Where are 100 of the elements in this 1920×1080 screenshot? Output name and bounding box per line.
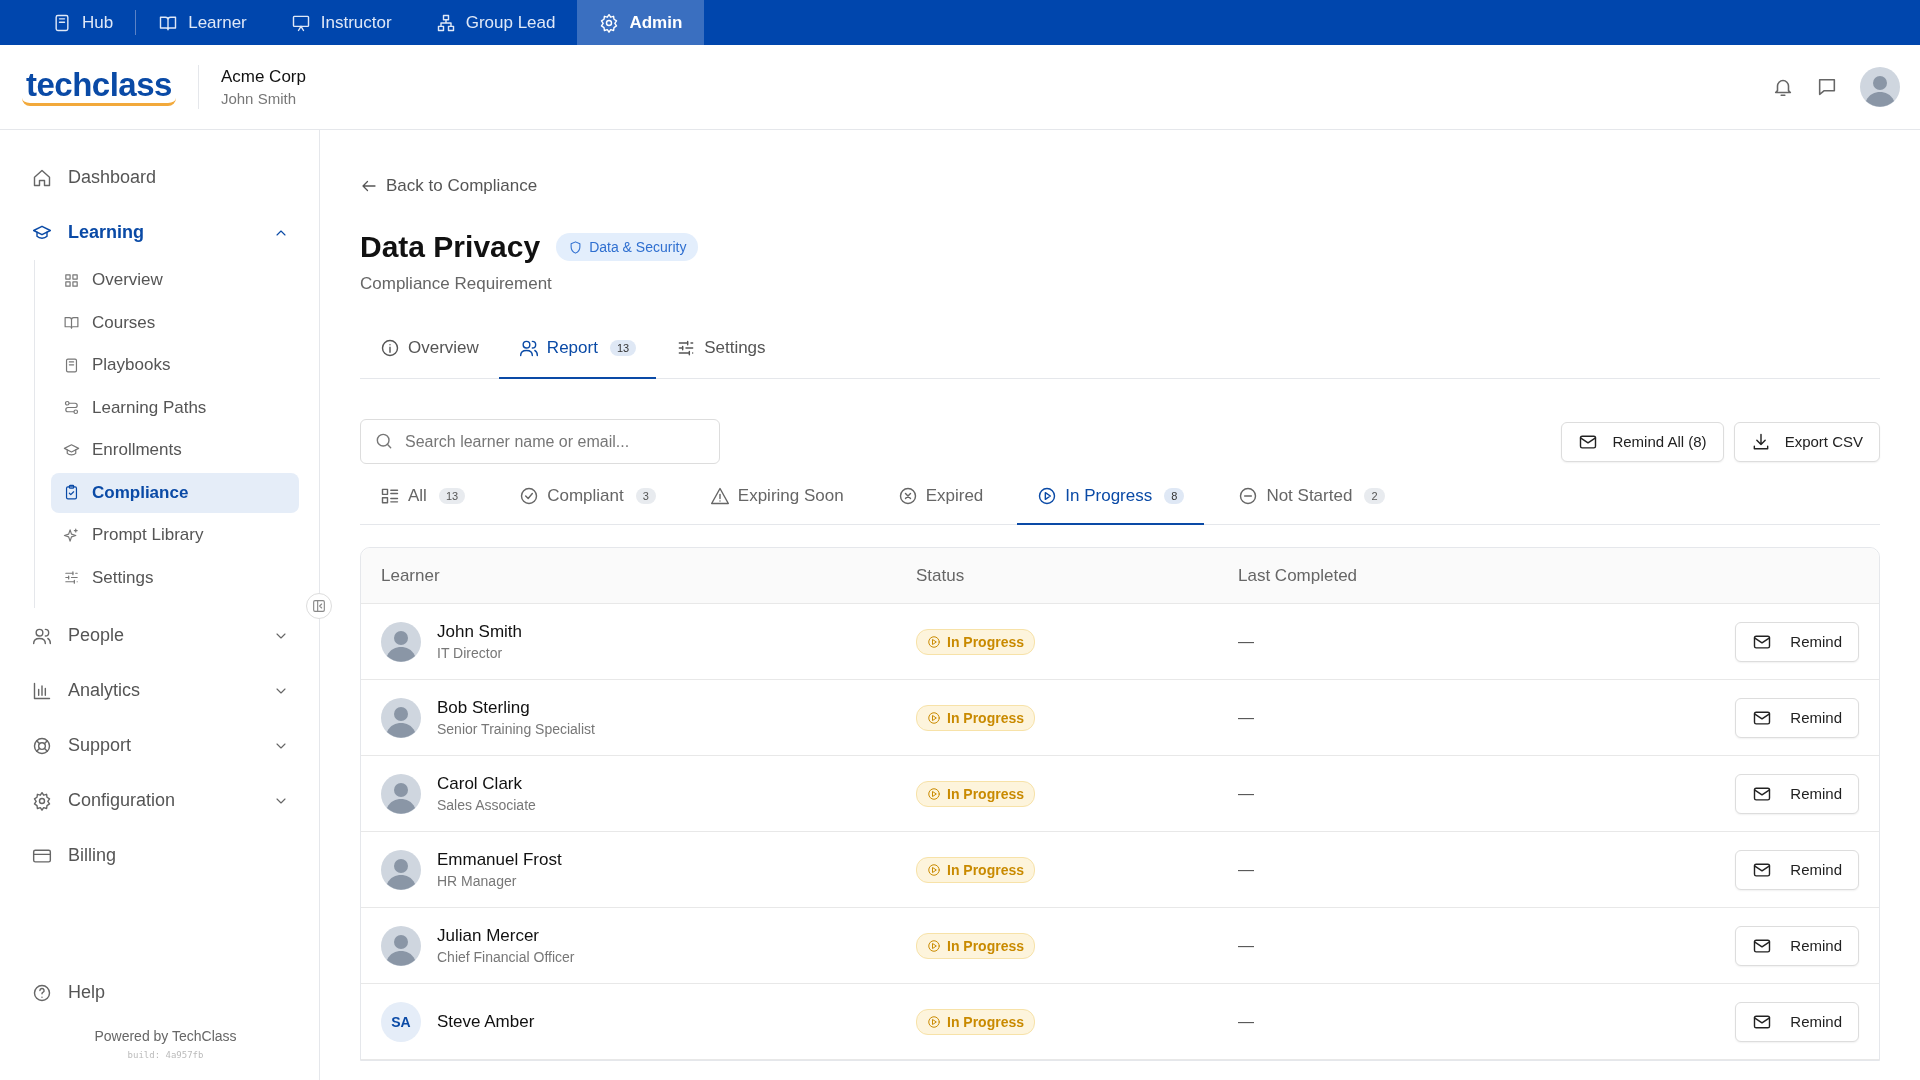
filter-tab[interactable]: Expired [877, 469, 1004, 525]
user-name: John Smith [220, 90, 297, 107]
sidebar-item[interactable]: Courses [51, 302, 299, 343]
sidebar-item[interactable]: Configuration [32, 773, 299, 828]
filter-tab[interactable]: Compliant 3 [499, 469, 676, 525]
list-icon [380, 486, 400, 506]
remind-button[interactable]: Remind [1735, 849, 1859, 890]
avatar-icon [381, 621, 421, 662]
remind-button[interactable]: Remind [1735, 773, 1859, 814]
sidebar-item[interactable]: Billing [32, 828, 299, 883]
logo: techclass [22, 68, 176, 106]
organization-name: Acme Corp [220, 67, 306, 87]
minus-circle-icon [1238, 486, 1259, 506]
filter-tab[interactable]: All 13 [360, 469, 486, 525]
status-badge: In Progress [916, 704, 1036, 731]
sidebar-item[interactable]: Learning Paths [51, 387, 299, 428]
learner-role: HR Manager [437, 873, 518, 889]
learner-name: Emmanuel Frost [437, 850, 562, 870]
sidebar-item[interactable]: Dashboard [32, 150, 299, 205]
people-icon [518, 338, 539, 358]
sidebar-item[interactable]: Settings [51, 557, 299, 598]
learner-role: Sales Associate [437, 797, 536, 813]
sidebar-item[interactable]: Enrollments [51, 430, 299, 470]
sidebar-item[interactable]: Learning [32, 205, 299, 260]
collapse-panel-icon [311, 598, 327, 614]
last-completed-text: — [1238, 632, 1254, 650]
last-completed-text: — [1238, 936, 1254, 954]
count-badge: 3 [635, 488, 656, 504]
nav-tab[interactable]: Hub [30, 0, 136, 45]
page-title: Data Privacy [360, 230, 541, 264]
remind-button[interactable]: Remind [1735, 925, 1859, 966]
count-badge: 13 [438, 488, 466, 504]
back-link[interactable]: Back to Compliance [360, 176, 538, 196]
status-badge: In Progress [916, 780, 1036, 807]
avatar-icon [1860, 67, 1900, 107]
count-badge: 2 [1364, 488, 1385, 504]
nav-tab[interactable]: Instructor [268, 0, 414, 45]
nav-tab[interactable]: Learner [136, 0, 269, 45]
filter-tab[interactable]: Expiring Soon [689, 469, 864, 525]
graduation-cap-icon [63, 441, 80, 459]
tab[interactable]: Report 13 [498, 319, 657, 379]
help-link[interactable]: Help [32, 965, 299, 1020]
avatar-icon [381, 925, 421, 966]
learner-role: Chief Financial Officer [437, 949, 575, 965]
category-tag: Data & Security [556, 233, 699, 261]
sliders-icon [63, 569, 80, 586]
sidebar-item[interactable]: Playbooks [51, 345, 299, 385]
search-icon [374, 431, 394, 451]
tab[interactable]: Overview [360, 319, 499, 379]
help-icon [32, 982, 52, 1003]
remind-button[interactable]: Remind [1735, 697, 1859, 738]
column-header: Status [916, 565, 966, 586]
book-icon [63, 356, 80, 374]
avatar-icon [381, 697, 421, 738]
gear-icon [32, 790, 52, 811]
learner-role: IT Director [437, 645, 504, 661]
nav-tab[interactable]: Group Lead [413, 0, 578, 45]
route-icon [63, 399, 80, 416]
sidebar-item[interactable]: Overview [51, 260, 299, 300]
sidebar-item[interactable]: Compliance [51, 472, 299, 513]
remind-button[interactable]: Remind [1735, 621, 1859, 662]
info-icon [380, 338, 400, 358]
lifebuoy-icon [32, 735, 52, 756]
last-completed-text: — [1238, 708, 1254, 726]
avatar-icon [381, 849, 421, 890]
sidebar-item[interactable]: Support [32, 718, 299, 773]
last-completed-text: — [1238, 860, 1254, 878]
remind-all-button[interactable]: Remind All (8) [1561, 421, 1724, 462]
count-badge: 8 [1164, 488, 1185, 504]
collapse-sidebar-button[interactable] [306, 593, 332, 619]
chat-icon [1816, 76, 1838, 98]
last-completed-text: — [1238, 1012, 1254, 1030]
sidebar-item[interactable]: Analytics [32, 663, 299, 718]
play-circle-icon [927, 1014, 941, 1029]
open-book-icon [63, 314, 80, 331]
learner-name: Julian Mercer [437, 926, 541, 946]
x-circle-icon [897, 486, 918, 506]
play-circle-icon [1037, 486, 1058, 506]
warning-icon [709, 486, 730, 506]
messages-button[interactable] [1816, 76, 1838, 98]
status-badge: In Progress [916, 1008, 1036, 1035]
shield-icon [568, 239, 584, 255]
status-badge: In Progress [916, 856, 1036, 883]
sparkle-icon [63, 526, 80, 544]
status-badge: In Progress [916, 932, 1036, 959]
filter-tab[interactable]: In Progress 8 [1017, 469, 1205, 525]
sidebar-item[interactable]: Prompt Library [51, 515, 299, 555]
nav-tab[interactable]: Admin [577, 0, 705, 45]
sidebar-item[interactable]: People [32, 608, 299, 663]
remind-button[interactable]: Remind [1735, 1001, 1859, 1042]
play-circle-icon [927, 862, 941, 877]
play-circle-icon [927, 938, 941, 953]
build-label: build: 4a957fb [126, 1050, 205, 1060]
column-header: Last Completed [1238, 565, 1359, 586]
hierarchy-icon [435, 12, 456, 33]
search-field[interactable]: Search learner name or email... [360, 419, 720, 464]
book-icon [52, 12, 72, 33]
filter-tab[interactable]: Not Started 2 [1218, 469, 1405, 525]
tab[interactable]: Settings [656, 319, 786, 379]
export-button[interactable]: Export CSV [1733, 421, 1880, 462]
